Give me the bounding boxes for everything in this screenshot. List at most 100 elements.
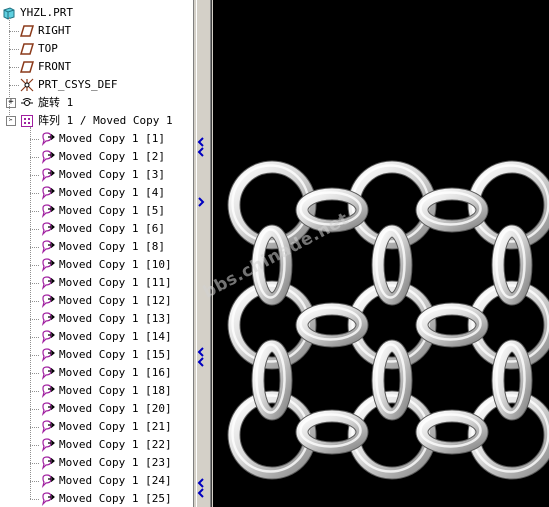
tree-item-label: Moved Copy 1 [6] (59, 222, 165, 235)
datum-plane-icon (19, 42, 35, 56)
coordinate-system-icon (20, 78, 34, 92)
tree-connector (30, 373, 39, 374)
moved-copy-icon (40, 348, 56, 362)
tree-connector (9, 67, 19, 68)
tree-item-copy-6[interactable]: Moved Copy 1 [6] (0, 220, 193, 238)
collapse-arrow-icon[interactable] (197, 137, 205, 147)
tree-item-label: Moved Copy 1 [10] (59, 258, 172, 271)
tree-connector (9, 49, 19, 50)
tree-connector (30, 247, 39, 248)
tree-item-pattern[interactable]: - 阵列 1 / Moved Copy 1 (0, 112, 193, 130)
vertical-link-6 (491, 339, 533, 421)
tree-item-copy-5[interactable]: Moved Copy 1 [5] (0, 202, 193, 220)
tree-item-datum-right[interactable]: RIGHT (0, 22, 193, 40)
tree-connector (30, 463, 39, 464)
tree-connector (30, 337, 39, 338)
moved-copy-icon (40, 168, 56, 182)
tree-item-label: PRT_CSYS_DEF (38, 78, 118, 91)
tree-item-copy-17[interactable]: Moved Copy 1 [21] (0, 418, 193, 436)
moved-copy-icon (40, 186, 56, 200)
tree-connector (30, 211, 39, 212)
model-tree-panel: YHZL.PRT RIGHT TOP FRONT PRT_CSYS_DEF + 旋转 1 - 阵… (0, 0, 193, 507)
tree-item-copy-1[interactable]: Moved Copy 1 [1] (0, 130, 193, 148)
chainmail-model (227, 160, 549, 480)
moved-copy-icon (40, 492, 56, 506)
moved-copy-icon (40, 330, 56, 344)
tree-item-copy-3[interactable]: Moved Copy 1 [3] (0, 166, 193, 184)
tree-item-label: Moved Copy 1 [1] (59, 132, 165, 145)
collapse-arrow-icon[interactable] (197, 357, 205, 367)
moved-copy-icon (40, 294, 56, 308)
tree-item-label: Moved Copy 1 [24] (59, 474, 172, 487)
moved-copy-icon (40, 150, 56, 164)
moved-copy-icon (40, 384, 56, 398)
tree-item-copy-12[interactable]: Moved Copy 1 [14] (0, 328, 193, 346)
pattern-icon (20, 114, 34, 128)
panel-splitter[interactable] (193, 0, 213, 507)
tree-item-label: TOP (38, 42, 58, 55)
collapse-toggle-icon[interactable]: - (6, 116, 16, 126)
tree-item-label: Moved Copy 1 [5] (59, 204, 165, 217)
tree-item-label: Moved Copy 1 [3] (59, 168, 165, 181)
tree-item-copy-21[interactable]: Moved Copy 1 [25] (0, 490, 193, 507)
tree-connector (9, 17, 10, 121)
tree-item-csys[interactable]: PRT_CSYS_DEF (0, 76, 193, 94)
tree-item-label: Moved Copy 1 [16] (59, 366, 172, 379)
tree-item-copy-8[interactable]: Moved Copy 1 [10] (0, 256, 193, 274)
tree-item-label: YHZL.PRT (20, 6, 73, 19)
moved-copy-icon (40, 276, 56, 290)
tree-item-copy-18[interactable]: Moved Copy 1 [22] (0, 436, 193, 454)
tree-connector (30, 481, 39, 482)
tree-item-copy-2[interactable]: Moved Copy 1 [2] (0, 148, 193, 166)
tree-item-datum-front[interactable]: FRONT (0, 58, 193, 76)
tree-item-copy-11[interactable]: Moved Copy 1 [13] (0, 310, 193, 328)
tree-item-copy-7[interactable]: Moved Copy 1 [8] (0, 238, 193, 256)
tree-item-label: FRONT (38, 60, 72, 73)
tree-connector (9, 31, 19, 32)
tree-item-copy-10[interactable]: Moved Copy 1 [12] (0, 292, 193, 310)
tree-item-label: Moved Copy 1 [18] (59, 384, 172, 397)
tree-item-label: Moved Copy 1 [4] (59, 186, 165, 199)
tree-item-copy-13[interactable]: Moved Copy 1 [15] (0, 346, 193, 364)
tree-item-label: Moved Copy 1 [8] (59, 240, 165, 253)
tree-item-root[interactable]: YHZL.PRT (0, 4, 193, 22)
graphics-viewport[interactable] (213, 0, 549, 507)
moved-copy-icon (40, 312, 56, 326)
tree-connector (30, 499, 39, 500)
collapse-arrow-icon[interactable] (197, 488, 205, 498)
tree-connector (30, 265, 39, 266)
collapse-arrow-icon[interactable] (197, 147, 205, 157)
moved-copy-icon (40, 438, 56, 452)
vertical-link-5 (371, 339, 413, 421)
tree-item-copy-19[interactable]: Moved Copy 1 [23] (0, 454, 193, 472)
tree-item-label: Moved Copy 1 [15] (59, 348, 172, 361)
tree-item-copy-9[interactable]: Moved Copy 1 [11] (0, 274, 193, 292)
tree-item-datum-top[interactable]: TOP (0, 40, 193, 58)
expand-toggle-icon[interactable]: + (6, 98, 16, 108)
tree-connector (30, 175, 39, 176)
tree-connector (30, 193, 39, 194)
expand-arrow-icon[interactable] (197, 197, 205, 207)
moved-copy-icon (40, 474, 56, 488)
tree-item-copy-14[interactable]: Moved Copy 1 [16] (0, 364, 193, 382)
moved-copy-icon (40, 420, 56, 434)
tree-item-label: Moved Copy 1 [13] (59, 312, 172, 325)
moved-copy-icon (40, 240, 56, 254)
tree-item-revolve[interactable]: + 旋转 1 (0, 94, 193, 112)
tree-item-label: Moved Copy 1 [11] (59, 276, 172, 289)
tree-item-copy-15[interactable]: Moved Copy 1 [18] (0, 382, 193, 400)
tree-item-copy-20[interactable]: Moved Copy 1 [24] (0, 472, 193, 490)
tree-connector (30, 391, 39, 392)
moved-copy-icon (40, 456, 56, 470)
revolve-icon (20, 96, 34, 110)
tree-connector (30, 409, 39, 410)
collapse-arrow-icon[interactable] (197, 347, 205, 357)
collapse-arrow-icon[interactable] (197, 478, 205, 488)
tree-connector (30, 301, 39, 302)
datum-plane-icon (19, 60, 35, 74)
tree-connector (30, 139, 39, 140)
tree-connector (30, 229, 39, 230)
tree-item-label: Moved Copy 1 [22] (59, 438, 172, 451)
tree-item-copy-4[interactable]: Moved Copy 1 [4] (0, 184, 193, 202)
tree-item-copy-16[interactable]: Moved Copy 1 [20] (0, 400, 193, 418)
